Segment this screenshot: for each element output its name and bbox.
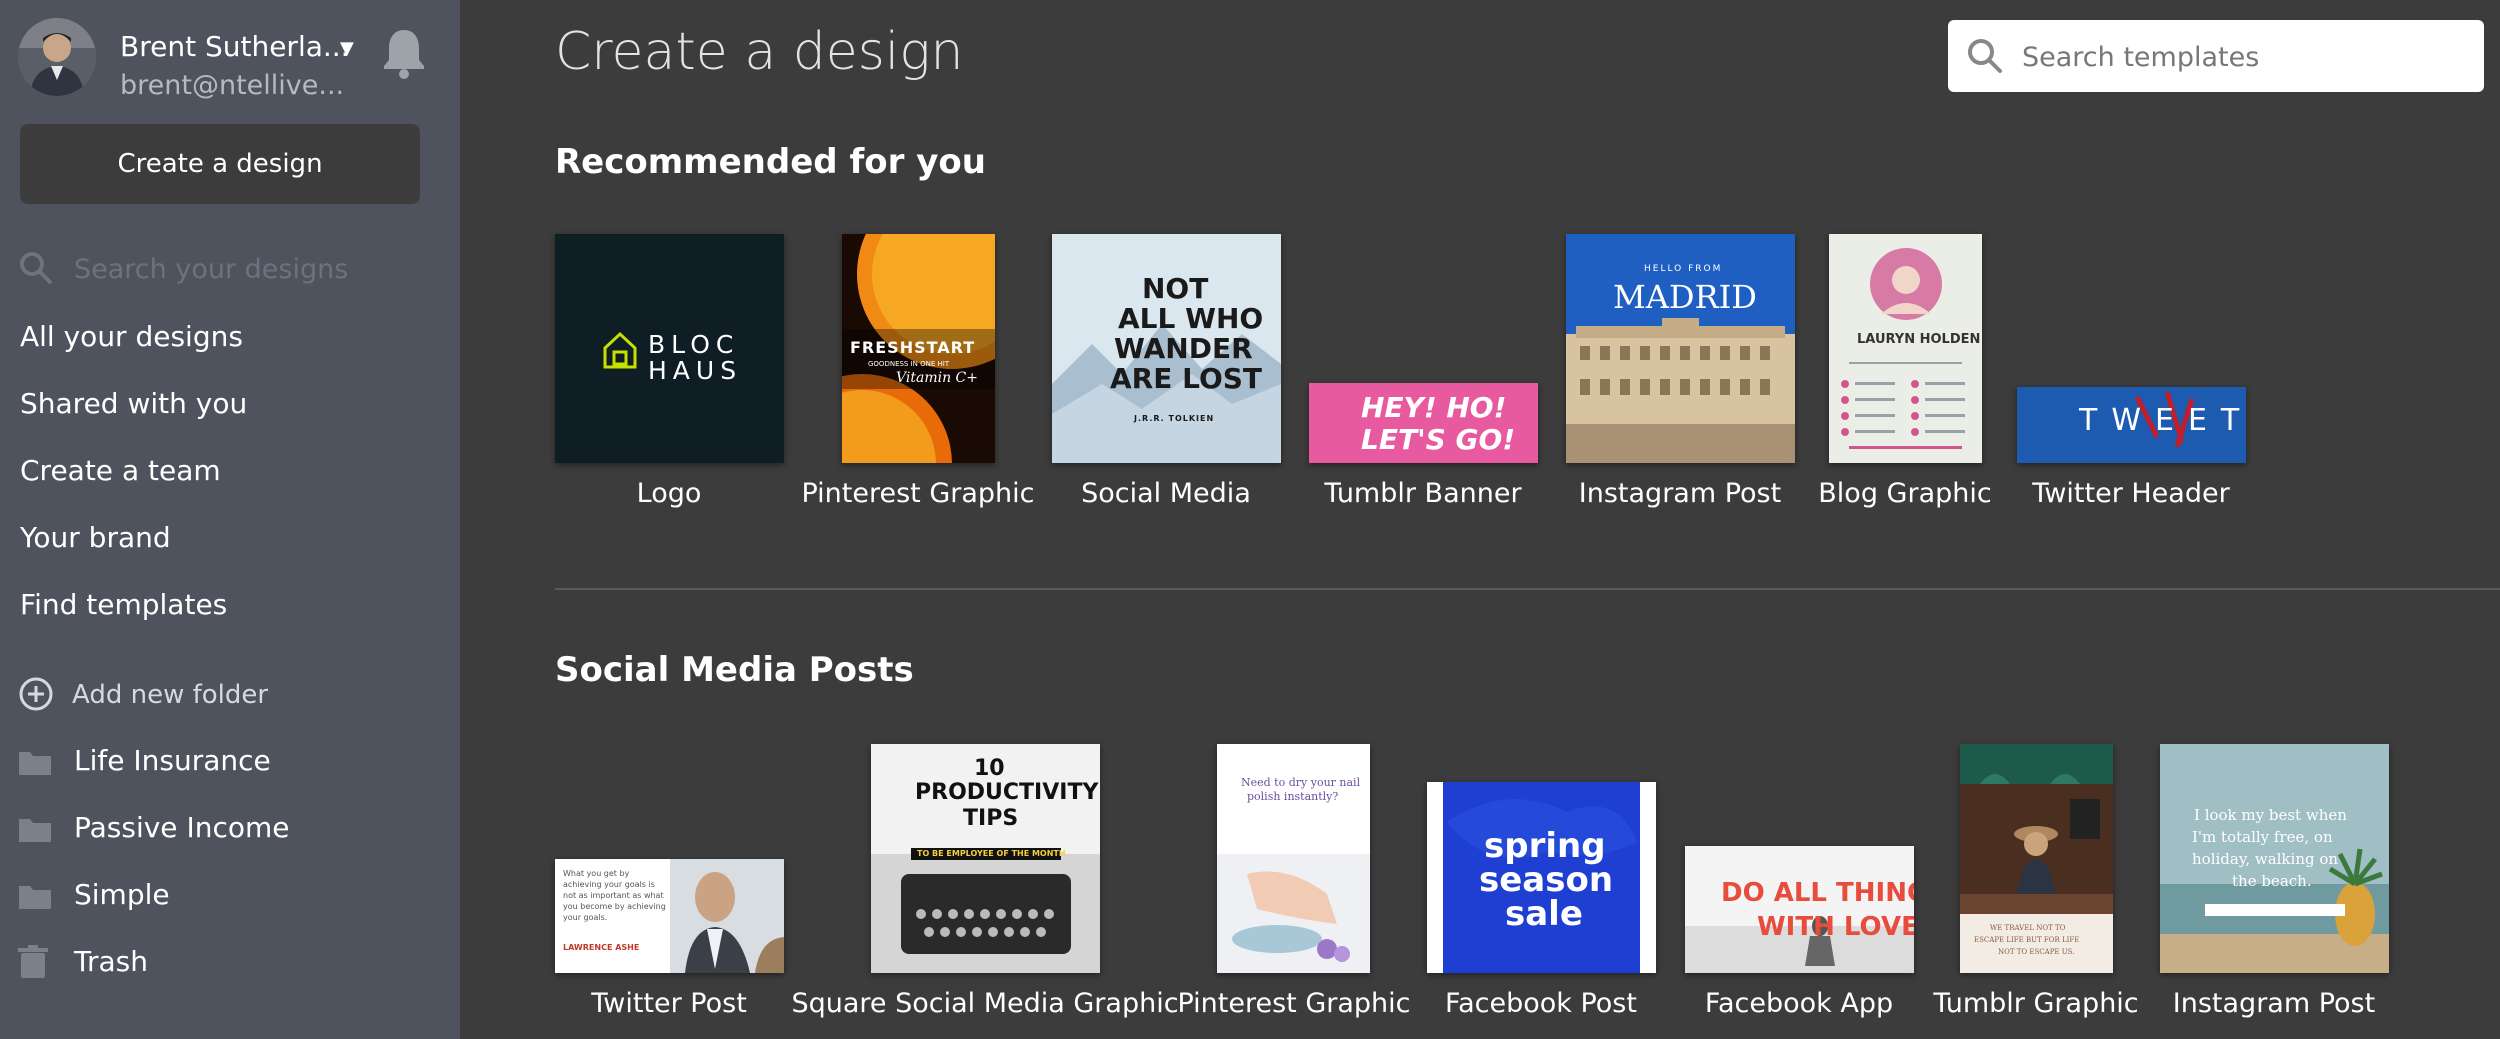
template-label: Instagram Post: [1578, 478, 1782, 509]
template-label: Social Media: [1081, 478, 1251, 509]
search-designs: [18, 246, 438, 292]
search-templates-input[interactable]: [2020, 32, 2464, 82]
folder-label: Simple: [74, 878, 170, 911]
thumbnail-tumblr-banner: HEY! HO! LET'S GO!: [1309, 383, 1538, 463]
nav-shared-with-you[interactable]: Shared with you: [20, 387, 247, 420]
search-icon: [1968, 39, 2002, 73]
thumbnail-instagram-beach: I look my best when I'm totally free, on…: [2160, 744, 2389, 973]
thumbnail-pinterest-nail: Need to dry your nail polish instantly?: [1217, 744, 1370, 973]
avatar[interactable]: [18, 18, 96, 96]
nav-create-team[interactable]: Create a team: [20, 454, 221, 487]
template-label: Pinterest Graphic: [801, 478, 1035, 509]
thumbnail-facebook-post: spring season sale: [1427, 782, 1656, 973]
plus-circle-icon: [19, 677, 53, 711]
search-templates: [1948, 20, 2484, 92]
folder-label: Life Insurance: [74, 744, 271, 777]
section-title-recommended: Recommended for you: [555, 142, 986, 182]
folder-label: Passive Income: [74, 811, 290, 844]
template-label: Pinterest Graphic: [1177, 988, 1411, 1019]
template-label: Tumblr Banner: [1324, 478, 1522, 509]
template-label: Square Social Media Graphic: [791, 988, 1179, 1019]
section-title-social: Social Media Posts: [555, 650, 914, 690]
template-label: Twitter Header: [2032, 478, 2230, 509]
search-icon: [20, 252, 52, 284]
nav-your-brand[interactable]: Your brand: [20, 521, 171, 554]
template-label: Facebook App: [1704, 988, 1894, 1019]
thumbnail-blog: LAURYN HOLDEN: [1829, 234, 1982, 463]
folder-icon: [19, 819, 51, 842]
user-name[interactable]: Brent Sutherla...: [120, 30, 350, 63]
page-title: Create a design: [555, 22, 964, 82]
thumbnail-social-media: NOT ALL WHO WANDER ARE LOST J.R.R. TOLKI…: [1052, 234, 1281, 463]
template-label: Tumblr Graphic: [1933, 988, 2139, 1019]
thumbnail-twitter-post: What you get by achieving your goals is …: [555, 859, 784, 973]
thumbnail-facebook-app: DO ALL THINGS WITH LOVE: [1685, 846, 1914, 973]
thumbnail-logo: BLOC HAUS: [555, 234, 784, 463]
thumbnail-pinterest: FRESHSTART GOODNESS IN ONE HIT Vitamin C…: [842, 234, 995, 463]
template-label: Blog Graphic: [1818, 478, 1992, 509]
trash-icon: [18, 945, 48, 978]
template-label: Instagram Post: [2172, 988, 2376, 1019]
folder-icon: [19, 886, 51, 909]
nav-all-designs[interactable]: All your designs: [20, 320, 243, 353]
template-label: Logo: [636, 478, 702, 509]
house-icon: [603, 331, 637, 369]
user-email: brent@ntellive...: [120, 70, 345, 101]
bell-icon[interactable]: [380, 26, 428, 82]
create-design-button[interactable]: Create a design: [20, 124, 420, 204]
template-label: Facebook Post: [1445, 988, 1637, 1019]
thumbnail-twitter-header: TWEET: [2017, 387, 2246, 463]
trash-label: Trash: [74, 945, 148, 978]
nav-find-templates[interactable]: Find templates: [20, 588, 227, 621]
template-label: Twitter Post: [591, 988, 747, 1019]
section-divider: [555, 588, 2500, 590]
thumbnail-productivity: 10 PRODUCTIVITY TIPS TO BE EMPLOYEE OF T…: [871, 744, 1100, 973]
user-profile[interactable]: Brent Sutherla... ▼ brent@ntellive...: [18, 18, 438, 101]
search-designs-input[interactable]: [72, 246, 436, 292]
add-folder-label: Add new folder: [72, 680, 269, 710]
thumbnail-tumblr-graphic: WE TRAVEL NOT TO ESCAPE LIFE BUT FOR LIF…: [1960, 744, 2113, 973]
sidebar: Brent Sutherla... ▼ brent@ntellive... Cr…: [0, 0, 460, 1039]
thumbnail-instagram: HELLO FROM MADRID: [1566, 234, 1795, 463]
folder-icon: [19, 752, 51, 775]
chevron-down-icon[interactable]: ▼: [340, 38, 354, 59]
